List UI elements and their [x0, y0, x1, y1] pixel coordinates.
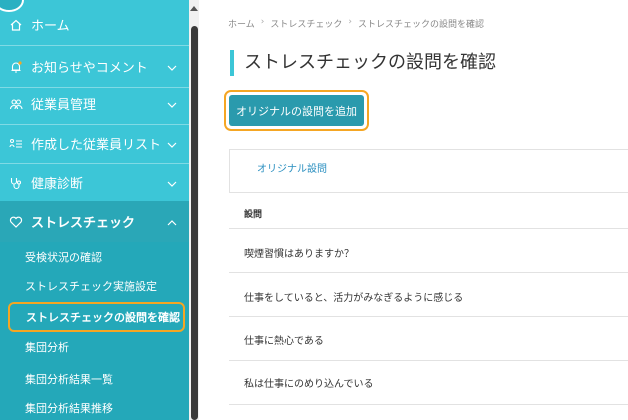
breadcrumb-stress-check[interactable]: ストレスチェック — [270, 17, 342, 30]
sidebar-item-label: ストレスチェック — [31, 216, 136, 231]
tab-original-questions[interactable]: オリジナル設問 — [257, 160, 327, 175]
question-text: 喫煙習慣はありますか？ — [244, 249, 354, 260]
heart-icon — [9, 215, 23, 229]
sidebar-item-notifications[interactable]: お知らせやコメント — [0, 46, 189, 87]
sidebar-item-employee-lists[interactable]: 作成した従業員リスト — [0, 123, 189, 164]
question-text: 仕事をしていると、活力がみなぎるように感じる — [244, 293, 464, 304]
sidebar-item-label: 従業員管理 — [31, 98, 97, 113]
add-original-question-button[interactable]: オリジナルの設問を追加 — [229, 95, 364, 126]
sidebar-item-health-checkup[interactable]: 健康診断 — [0, 162, 189, 203]
sidebar-item-label: 健康診断 — [31, 177, 84, 192]
question-text: 私は仕事にのめり込んでいる — [244, 379, 374, 390]
submenu-item-exam-status[interactable]: 受検状況の確認 — [0, 242, 189, 272]
sidebar-scroll-thumb[interactable] — [191, 26, 198, 420]
submenu-item-analysis-results[interactable]: 集団分析結果一覧 — [0, 364, 189, 394]
submenu-item-analysis-trend[interactable]: 集団分析結果推移 — [0, 393, 189, 420]
list-icon — [9, 137, 23, 151]
sidebar: ホーム お知らせやコメント 従業員管理 作成した従業員リスト 健康診断 ストレス… — [0, 0, 199, 420]
people-icon — [9, 97, 23, 111]
chevron-down-icon — [167, 138, 177, 153]
breadcrumb-separator-icon: › — [260, 17, 265, 27]
question-text: 仕事に熱心である — [244, 336, 324, 347]
column-header-question: 設問 — [244, 210, 263, 220]
page-title: ストレスチェックの設問を確認 — [230, 50, 496, 76]
breadcrumb-separator-icon: › — [348, 17, 352, 27]
submenu-item-confirm-questions[interactable]: ストレスチェックの設問を確認 — [8, 302, 185, 332]
stethoscope-icon — [9, 176, 23, 190]
chevron-down-icon — [167, 177, 177, 192]
sidebar-item-home[interactable]: ホーム — [0, 4, 189, 45]
submenu-item-settings[interactable]: ストレスチェック実施設定 — [0, 271, 189, 301]
breadcrumb: ホーム › ストレスチェック › ストレスチェックの設問を確認 — [228, 17, 484, 30]
sidebar-item-stress-check[interactable]: ストレスチェック — [0, 201, 189, 242]
stress-check-submenu: 受検状況の確認 ストレスチェック実施設定 ストレスチェックの設問を確認 集団分析… — [0, 242, 189, 420]
sidebar-item-label: お知らせやコメント — [31, 61, 148, 76]
chevron-down-icon — [167, 61, 177, 76]
sidebar-item-employees[interactable]: 従業員管理 — [0, 83, 189, 124]
breadcrumb-home[interactable]: ホーム — [228, 17, 255, 30]
scroll-up-arrow-icon[interactable] — [190, 6, 198, 11]
sidebar-item-label: 作成した従業員リスト — [31, 138, 162, 153]
table-header — [229, 196, 628, 229]
breadcrumb-current: ストレスチェックの設問を確認 — [357, 20, 484, 30]
chevron-down-icon — [167, 98, 177, 113]
bell-icon — [9, 60, 23, 74]
chevron-up-icon — [167, 216, 177, 231]
home-icon — [9, 18, 23, 32]
sidebar-item-label: ホーム — [31, 19, 70, 34]
submenu-item-group-analysis[interactable]: 集団分析 — [0, 332, 189, 362]
